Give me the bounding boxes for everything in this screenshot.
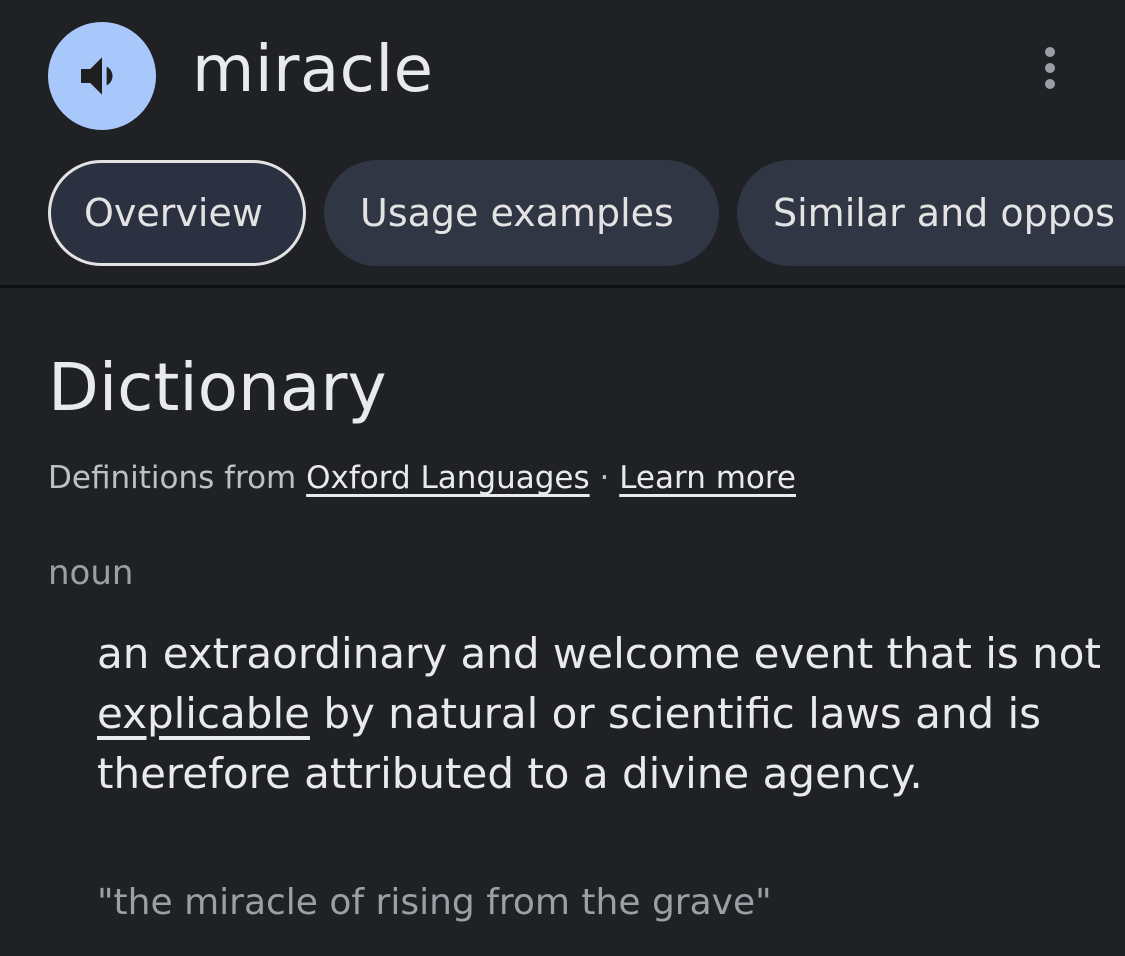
dictionary-title: Dictionary (48, 349, 387, 426)
pronounce-button[interactable] (48, 22, 156, 130)
definition-text: an extraordinary and welcome event that … (97, 624, 1107, 804)
tab-bar: Overview Usage examples Similar and oppo… (48, 160, 1125, 266)
headword: miracle (192, 33, 434, 107)
header: miracle (0, 0, 1125, 150)
source-separator: · (599, 460, 610, 496)
definition-part-1: an extraordinary and welcome event that … (97, 629, 1101, 678)
tab-similar-and-opposite[interactable]: Similar and oppos (737, 160, 1125, 266)
oxford-languages-link[interactable]: Oxford Languages (306, 460, 590, 496)
divider (0, 285, 1125, 288)
volume-up-icon (81, 57, 113, 95)
source-prefix: Definitions from (48, 460, 297, 496)
definitions-source: Definitions from Oxford Languages · Lear… (48, 456, 796, 500)
usage-example: "the miracle of rising from the grave" (97, 882, 772, 923)
tab-overview[interactable]: Overview (48, 160, 306, 266)
learn-more-link[interactable]: Learn more (619, 460, 796, 496)
explicable-link[interactable]: explicable (97, 689, 310, 738)
more-vert-icon (1045, 47, 1055, 89)
dictionary-page: miracle Overview Usage examples Similar … (0, 0, 1125, 956)
tab-usage-examples[interactable]: Usage examples (324, 160, 719, 266)
part-of-speech: noun (48, 553, 134, 593)
more-options-button[interactable] (1020, 38, 1080, 98)
